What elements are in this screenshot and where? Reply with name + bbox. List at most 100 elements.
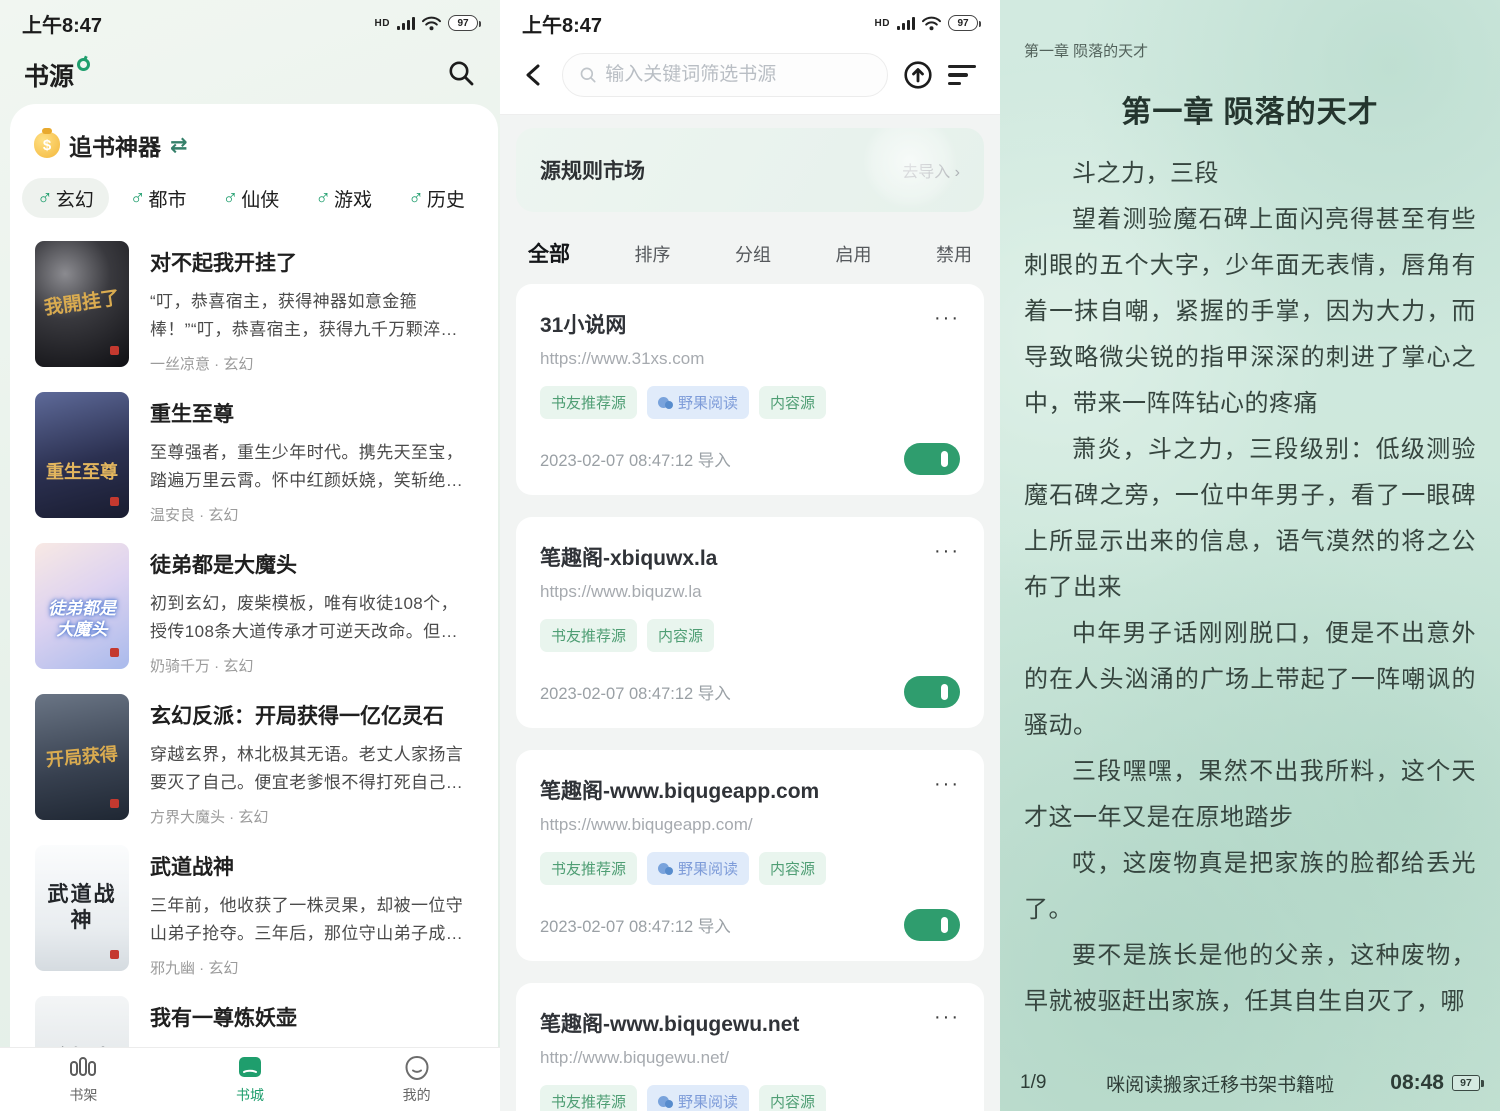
category-chip[interactable]: ♂历史 — [393, 178, 480, 218]
promo-title: 追书神器 — [69, 128, 161, 162]
source-tags: 书友推荐源野果阅读内容源 — [540, 852, 960, 885]
book-description: 穿越玄界，林北极其无语。老丈人家扬言要灭了自己。便宜老爹恨不得打死自己… — [150, 741, 474, 796]
book-author-genre: 温安良 · 玄幻 — [150, 504, 474, 525]
more-options-icon[interactable]: ··· — [934, 309, 960, 323]
book-description: 初到玄幻，废柴模板，唯有收徒108个，授传108条大道传承才可逆天改命。但… — [150, 590, 474, 645]
source-card[interactable]: 笔趣阁-www.biqugewu.net ··· http://www.biqu… — [516, 983, 984, 1111]
source-name: 笔趣阁-www.biqugewu.net — [540, 1008, 799, 1038]
chapter-paragraph: 斗之力，三段 — [1024, 151, 1476, 197]
source-tags: 书友推荐源野果阅读内容源 — [540, 1085, 960, 1111]
filter-tab[interactable]: 启用 — [836, 241, 872, 267]
book-list-item[interactable]: 开局获得 玄幻反派：开局获得一亿亿灵石 穿越玄界，林北极其无语。老丈人家扬言要灭… — [10, 685, 498, 836]
back-icon[interactable] — [520, 61, 548, 89]
chapter-body: 斗之力，三段望着测验魔石碑上面闪亮得甚至有些刺眼的五个大字，少年面无表情，唇角有… — [1024, 151, 1476, 1025]
book-author-genre: 奶骑千万 · 玄幻 — [150, 655, 474, 676]
source-tag: 书友推荐源 — [540, 1085, 637, 1111]
category-chip[interactable]: ♂ — [486, 178, 498, 218]
import-date: 2023-02-07 08:47:12 导入 — [540, 680, 731, 704]
rule-market-title: 源规则市场 — [540, 155, 645, 185]
male-icon: ♂ — [315, 186, 331, 210]
moneybag-icon: $ — [34, 132, 60, 158]
rule-market-banner[interactable]: 源规则市场 去导入 › — [516, 128, 984, 212]
book-list-item[interactable]: 我開挂了 对不起我开挂了 “叮，恭喜宿主，获得神器如意金箍棒！”“叮，恭喜宿主，… — [10, 232, 498, 383]
category-chip[interactable]: ♂玄幻 — [22, 178, 109, 218]
enable-toggle[interactable] — [904, 443, 960, 475]
seal-icon — [110, 346, 119, 355]
search-icon[interactable] — [446, 58, 476, 93]
book-list-item[interactable]: 武道战神 武道战神 三年前，他收获了一株灵果，却被一位守山弟子抢夺。三年后，那位… — [10, 836, 498, 987]
book-author-genre: 一丝凉意 · 玄幻 — [150, 353, 474, 374]
bookstore-icon — [236, 1055, 264, 1081]
book-recommend-card: $ 追书神器 ⇄ ♂玄幻 ♂都市 ♂仙侠 ♂游戏 — [10, 104, 498, 1111]
promo-row[interactable]: $ 追书神器 ⇄ — [10, 104, 498, 178]
source-tag: 内容源 — [759, 1085, 826, 1111]
page-indicator: 1/9 — [1020, 1072, 1090, 1094]
book-list-item[interactable]: 徒弟都是大魔头 徒弟都是大魔头 初到玄幻，废柴模板，唯有收徒108个，授传108… — [10, 534, 498, 685]
book-title: 徒弟都是大魔头 — [150, 549, 474, 579]
chapter-paragraph: 哎，这废物真是把家族的脸都给丢光了。 — [1024, 841, 1476, 933]
search-input[interactable] — [605, 64, 871, 86]
book-cover: 武道战神 — [35, 845, 129, 971]
filter-tab[interactable]: 排序 — [635, 241, 671, 267]
hd-icon: HD — [375, 18, 390, 29]
page-title: 书源 — [24, 57, 74, 93]
book-description: 三年前，他收获了一株灵果，却被一位守山弟子抢夺。三年后，那位守山弟子成… — [150, 892, 474, 947]
book-list-item[interactable]: 重生至尊 重生至尊 至尊强者，重生少年时代。携先天至宝，踏遍万里云霄。怀中红颜妖… — [10, 383, 498, 534]
seal-icon — [110, 648, 119, 657]
profile-icon — [403, 1055, 431, 1081]
source-search-box[interactable] — [562, 53, 888, 97]
wifi-icon — [422, 16, 441, 31]
reader-screen[interactable]: 第一章 陨落的天才 第一章 陨落的天才 斗之力，三段望着测验魔石碑上面闪亮得甚至… — [1000, 0, 1500, 1111]
category-chip[interactable]: ♂仙侠 — [208, 178, 295, 218]
source-card[interactable]: 31小说网 ··· https://www.31xs.com 书友推荐源野果阅读… — [516, 284, 984, 495]
status-time: 上午8:47 — [522, 9, 602, 38]
source-badge-icon — [77, 58, 90, 71]
source-tag: 内容源 — [759, 852, 826, 885]
wifi-icon — [922, 16, 941, 31]
footer-battery-icon: 97 — [1452, 1075, 1480, 1091]
book-cover: 徒弟都是大魔头 — [35, 543, 129, 669]
hd-icon: HD — [875, 18, 890, 29]
import-upload-icon[interactable] — [902, 59, 934, 91]
filter-icon[interactable] — [948, 59, 980, 91]
import-date: 2023-02-07 08:47:12 导入 — [540, 913, 731, 937]
nav-profile[interactable]: 我的 — [333, 1048, 500, 1111]
source-url: https://www.biquzw.la — [540, 582, 960, 602]
go-import-link[interactable]: 去导入 › — [902, 158, 960, 182]
source-url: http://www.biqugewu.net/ — [540, 1048, 960, 1068]
swap-icon[interactable]: ⇄ — [170, 133, 188, 158]
source-tag: 书友推荐源 — [540, 852, 637, 885]
source-card[interactable]: 笔趣阁-www.biqugeapp.com ··· https://www.bi… — [516, 750, 984, 961]
chapter-paragraph: 中年男子话刚刚脱口，便是不出意外的在人头汹涌的广场上带起了一阵嘲讽的骚动。 — [1024, 611, 1476, 749]
footer-time: 08:48 — [1390, 1071, 1444, 1095]
source-name: 笔趣阁-xbiquwx.la — [540, 542, 717, 572]
male-icon: ♂ — [408, 186, 424, 210]
more-options-icon[interactable]: ··· — [934, 542, 960, 556]
book-title: 对不起我开挂了 — [150, 247, 474, 277]
filter-tab[interactable]: 全部 — [528, 238, 570, 268]
nav-bookstore[interactable]: 书城 — [167, 1048, 334, 1111]
cloud-icon — [658, 863, 673, 875]
enable-toggle[interactable] — [904, 676, 960, 708]
seal-icon — [110, 799, 119, 808]
more-options-icon[interactable]: ··· — [934, 775, 960, 789]
bottom-nav: 书架 书城 我的 — [0, 1047, 500, 1111]
source-card[interactable]: 笔趣阁-xbiquwx.la ··· https://www.biquzw.la… — [516, 517, 984, 728]
nav-bookshelf[interactable]: 书架 — [0, 1048, 167, 1111]
book-cover: 我開挂了 — [35, 241, 129, 367]
category-chip[interactable]: ♂游戏 — [300, 178, 387, 218]
filter-tab[interactable]: 分组 — [735, 241, 771, 267]
category-chips: ♂玄幻 ♂都市 ♂仙侠 ♂游戏 ♂历史 ♂ — [10, 178, 498, 218]
cloud-icon — [658, 1096, 673, 1108]
enable-toggle[interactable] — [904, 909, 960, 941]
source-filter-tabs: 全部 排序 分组 启用 禁用 — [500, 216, 1000, 284]
book-title: 重生至尊 — [150, 398, 474, 428]
seal-icon — [110, 497, 119, 506]
book-title: 我有一尊炼妖壶 — [150, 1002, 474, 1032]
book-list: 我開挂了 对不起我开挂了 “叮，恭喜宿主，获得神器如意金箍棒！”“叮，恭喜宿主，… — [10, 218, 498, 1111]
battery-icon: 97 — [448, 15, 478, 31]
chevron-right-icon: › — [955, 164, 960, 181]
category-chip[interactable]: ♂都市 — [115, 178, 202, 218]
more-options-icon[interactable]: ··· — [934, 1008, 960, 1022]
filter-tab[interactable]: 禁用 — [936, 241, 972, 267]
